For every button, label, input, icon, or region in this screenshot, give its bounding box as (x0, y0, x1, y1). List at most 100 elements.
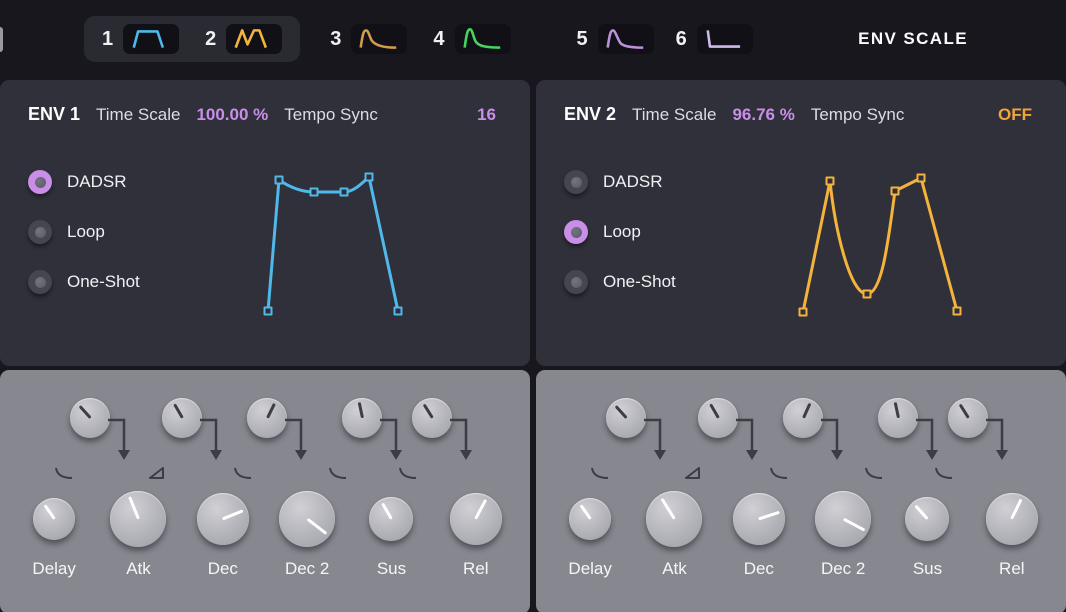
envelope-tab-bar: 1 2 3 (0, 0, 1066, 78)
envelope-point[interactable] (311, 189, 318, 196)
env2-header: ENV 2 Time Scale 96.76 % Tempo Sync OFF (536, 80, 1066, 125)
env-scale-label: ENV SCALE (858, 29, 968, 49)
attack-knob-cell: Atk (96, 488, 180, 579)
decay2-knob[interactable] (279, 491, 335, 547)
decay-curve-knob[interactable] (783, 398, 823, 438)
tab-number: 4 (433, 28, 444, 51)
decay2-curve-knob[interactable] (878, 398, 918, 438)
envelope-point[interactable] (395, 308, 402, 315)
knob-label: Rel (999, 559, 1025, 579)
env2-panel: ENV 2 Time Scale 96.76 % Tempo Sync OFF … (536, 80, 1066, 612)
tab-number: 2 (205, 28, 216, 51)
delay-knob-cell: Delay (12, 488, 96, 579)
tempo-sync-label: Tempo Sync (811, 105, 905, 125)
release-knob[interactable] (986, 493, 1038, 545)
envelope-point[interactable] (892, 188, 899, 195)
mode-dadsr[interactable]: DADSR (564, 157, 740, 207)
envelope-display[interactable] (244, 155, 422, 320)
sustain-knob-cell: Sus (349, 488, 433, 579)
envelope-point[interactable] (800, 309, 807, 316)
sustain-knob-cell: Sus (885, 488, 969, 579)
envelope-point[interactable] (265, 308, 272, 315)
mode-loop[interactable]: Loop (564, 207, 740, 257)
radio-icon[interactable] (28, 220, 52, 244)
routing-arrow-icon (448, 410, 480, 466)
envelope-point[interactable] (827, 178, 834, 185)
envelope-point[interactable] (918, 175, 925, 182)
env-curve-m-icon (226, 24, 282, 54)
mode-loop[interactable]: Loop (28, 207, 204, 257)
attack-curve-knob[interactable] (698, 398, 738, 438)
env2-editor-card: ENV 2 Time Scale 96.76 % Tempo Sync OFF … (536, 80, 1066, 366)
tab-env-2[interactable]: 2 (205, 24, 282, 54)
decay-curve-knob[interactable] (247, 398, 287, 438)
tab-env-6[interactable]: 6 (676, 24, 753, 54)
routing-arrow-icon (642, 410, 674, 466)
tab-env-1[interactable]: 1 (102, 24, 179, 54)
radio-icon[interactable] (564, 220, 588, 244)
release-curve-knob[interactable] (948, 398, 988, 438)
tab-number: 6 (676, 28, 687, 51)
release-curve-knob[interactable] (412, 398, 452, 438)
env2-knob-section: Delay Atk Dec Dec 2 Sus (536, 370, 1066, 612)
decay-knob[interactable] (197, 493, 249, 545)
tab-env-5[interactable]: 5 (577, 24, 654, 54)
radio-icon[interactable] (28, 170, 52, 194)
attack-knob-cell: Atk (632, 488, 716, 579)
knob-label: Sus (377, 559, 406, 579)
decay-knob[interactable] (733, 493, 785, 545)
release-knob-cell: Rel (434, 488, 518, 579)
attack-knob[interactable] (110, 491, 166, 547)
mode-label: One-Shot (67, 272, 140, 292)
mode-one-shot[interactable]: One-Shot (28, 257, 204, 307)
tempo-sync-value[interactable]: 16 (477, 105, 496, 125)
sustain-knob[interactable] (905, 497, 949, 541)
env-curve-step-icon (697, 24, 753, 54)
radio-icon[interactable] (564, 270, 588, 294)
envelope-point[interactable] (954, 308, 961, 315)
decay2-curve-knob[interactable] (342, 398, 382, 438)
envelope-point[interactable] (276, 177, 283, 184)
knob-label: Sus (913, 559, 942, 579)
envelope-point[interactable] (366, 174, 373, 181)
env1-mode-list: DADSR Loop One-Shot (28, 157, 204, 320)
tab-env-4[interactable]: 4 (433, 24, 510, 54)
curve-shape-icon (934, 466, 954, 480)
curve-shape-icon (328, 466, 348, 480)
mode-dadsr[interactable]: DADSR (28, 157, 204, 207)
envelope-display[interactable] (780, 155, 972, 320)
sustain-knob[interactable] (369, 497, 413, 541)
curve-shape-icon (590, 466, 610, 480)
envelope-point[interactable] (341, 189, 348, 196)
time-scale-value[interactable]: 96.76 % (732, 105, 794, 125)
radio-icon[interactable] (28, 270, 52, 294)
decay2-knob-cell: Dec 2 (265, 488, 349, 579)
tab-number: 3 (330, 28, 341, 51)
routing-arrow-icon (984, 410, 1016, 466)
delay-knob[interactable] (33, 498, 75, 540)
time-scale-value[interactable]: 100.00 % (196, 105, 268, 125)
release-knob[interactable] (450, 493, 502, 545)
knob-label: Dec 2 (821, 559, 865, 579)
attack-knob[interactable] (646, 491, 702, 547)
env-tab-group-active: 1 2 (84, 16, 300, 62)
envelope-point[interactable] (864, 291, 871, 298)
delay-curve-knob[interactable] (606, 398, 646, 438)
env1-panel: ENV 1 Time Scale 100.00 % Tempo Sync 16 … (0, 80, 530, 612)
time-scale-label: Time Scale (96, 105, 180, 125)
curve-shape-icon (864, 466, 884, 480)
radio-icon[interactable] (564, 170, 588, 194)
decay2-knob[interactable] (815, 491, 871, 547)
delay-curve-knob[interactable] (70, 398, 110, 438)
attack-curve-knob[interactable] (162, 398, 202, 438)
env2-body: DADSR Loop One-Shot (536, 157, 1066, 320)
delay-knob[interactable] (569, 498, 611, 540)
env1-editor-card: ENV 1 Time Scale 100.00 % Tempo Sync 16 … (0, 80, 530, 366)
release-knob-cell: Rel (970, 488, 1054, 579)
mode-label: Loop (67, 222, 105, 242)
mode-one-shot[interactable]: One-Shot (564, 257, 740, 307)
tab-env-3[interactable]: 3 (330, 24, 407, 54)
tempo-sync-label: Tempo Sync (284, 105, 378, 125)
tempo-sync-value[interactable]: OFF (998, 105, 1032, 125)
curve-shape-icon (398, 466, 418, 480)
